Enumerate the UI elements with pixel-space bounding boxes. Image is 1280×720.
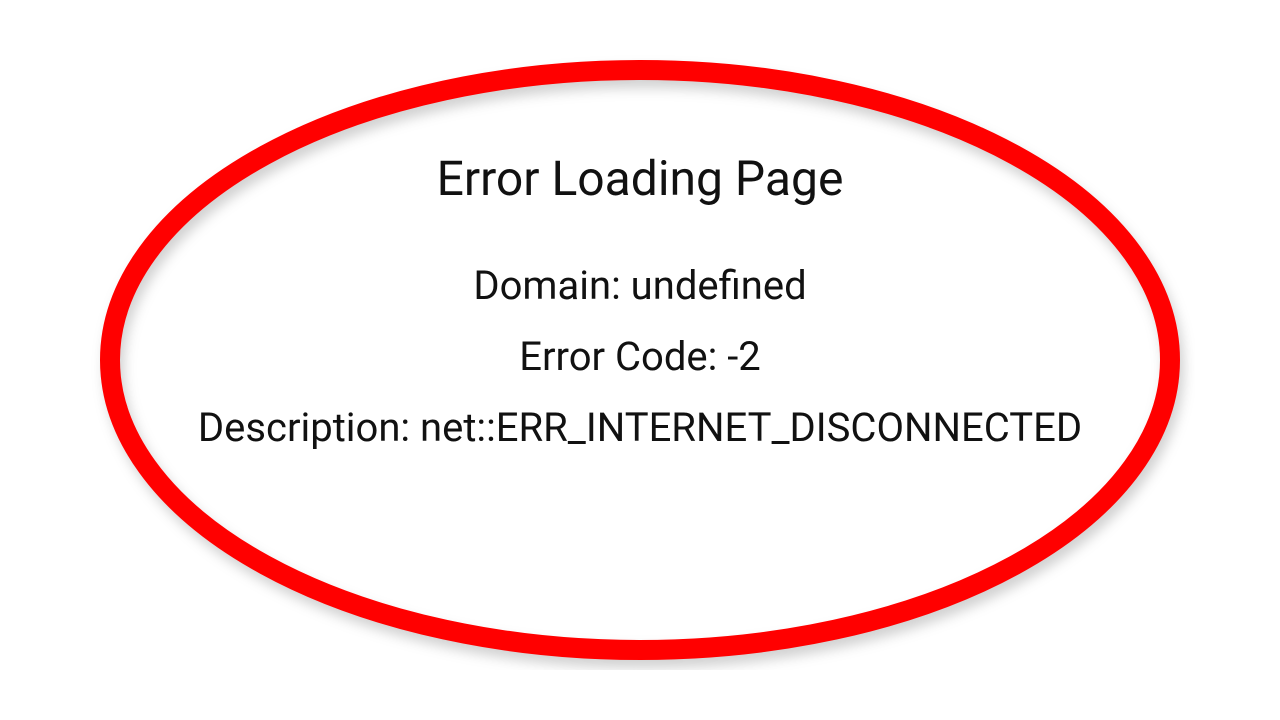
error-code-line: Error Code: -2 <box>519 333 761 380</box>
error-description-line: Description: net::ERR_INTERNET_DISCONNEC… <box>198 404 1082 451</box>
error-domain-line: Domain: undefined <box>473 262 806 309</box>
error-loading-page-panel: Error Loading Page Domain: undefined Err… <box>85 50 1195 670</box>
error-title: Error Loading Page <box>437 150 844 207</box>
